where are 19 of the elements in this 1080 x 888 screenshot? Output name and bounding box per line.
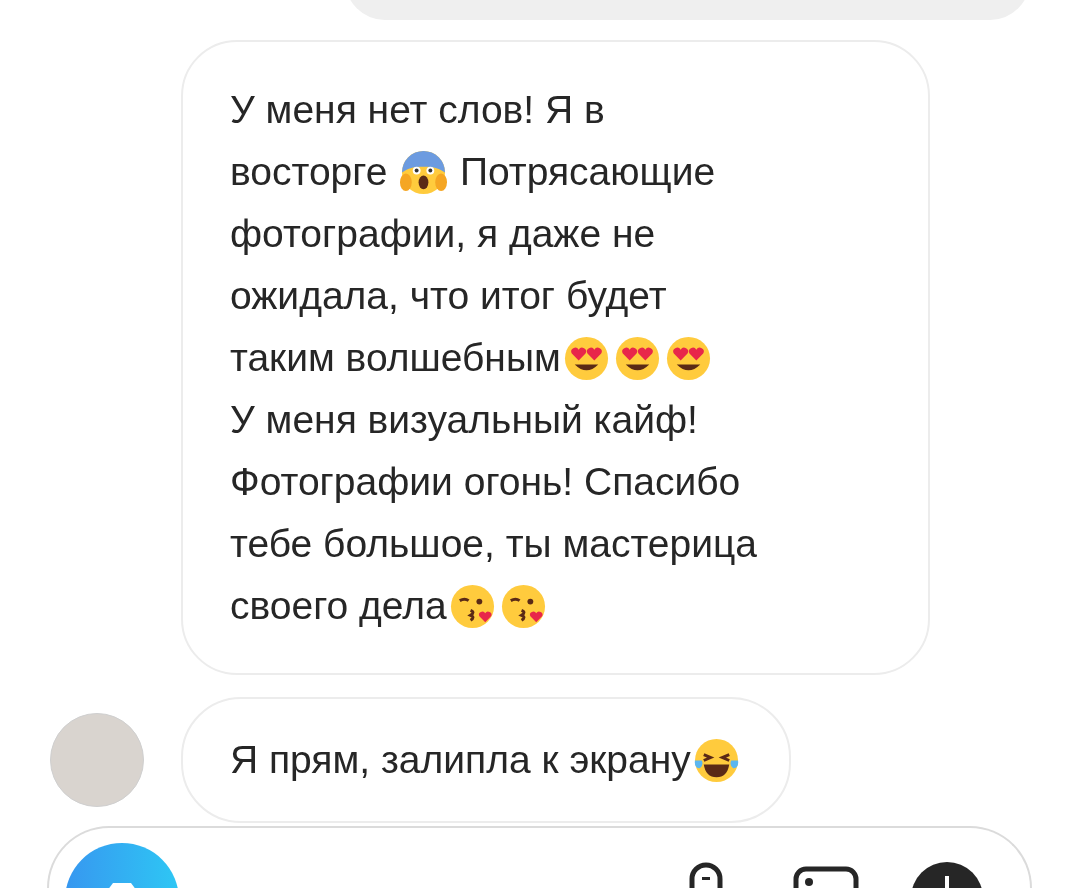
screaming-face-icon — [400, 148, 448, 196]
message-text: ожидала, что итог будет — [230, 272, 667, 319]
message-text: фотографии, я даже не — [230, 210, 656, 257]
message-text: тебе большое, ты мастерица — [230, 520, 758, 567]
heart-eyes-face-icon — [664, 334, 712, 382]
heart-eyes-face-icon — [562, 334, 610, 382]
kissing-face-icon — [448, 582, 496, 630]
message-text: своего дела — [230, 582, 447, 629]
message-text: восторге — [230, 148, 389, 195]
laughing-tears-face-icon — [692, 736, 740, 784]
heart-eyes-face-icon — [613, 334, 661, 382]
kissing-face-icon — [499, 582, 547, 630]
message-text: У меня нет слов! Я в — [230, 86, 605, 133]
message-text: У меня визуальный кайф! — [230, 396, 698, 443]
message-text: Я прям, залипла к экрану — [230, 736, 691, 783]
image-icon[interactable] — [793, 866, 859, 888]
message-text: таким волшебным — [230, 334, 561, 381]
message-text: Потрясающие — [459, 148, 716, 195]
message-text: Фотографии огонь! Спасибо — [230, 458, 741, 505]
